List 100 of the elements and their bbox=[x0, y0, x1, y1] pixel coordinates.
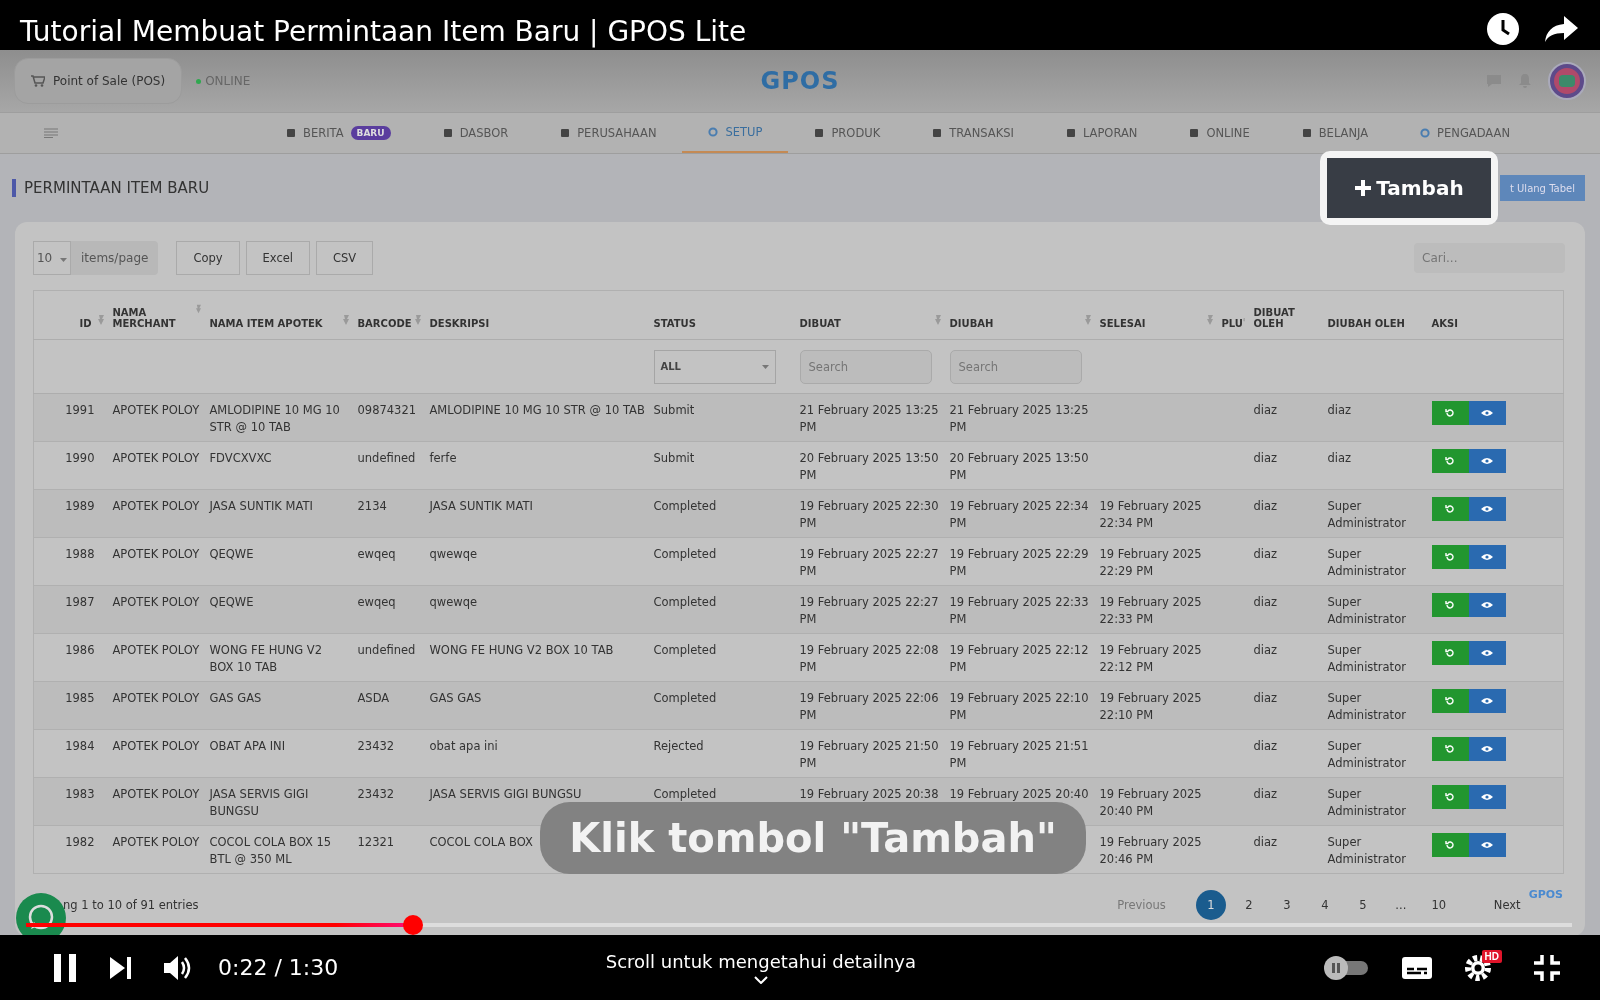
table-cell: COCOL COLA BOX 15 BTL @ 350 ML bbox=[209, 835, 332, 866]
nav-tab[interactable]: PENGADAAN bbox=[1394, 113, 1536, 153]
reset-button[interactable] bbox=[1431, 641, 1469, 665]
table-cell: FDVCXVXC bbox=[209, 451, 272, 465]
table-cell: JASA SERVIS GIGI BUNGSU bbox=[209, 787, 309, 818]
page-link[interactable]: ... bbox=[1385, 890, 1416, 920]
nav-tab[interactable]: PERUSAHAAN bbox=[534, 113, 683, 153]
export-button[interactable]: Excel bbox=[245, 241, 311, 275]
table-cell: 19 February 2025 22:08 PM bbox=[799, 643, 939, 674]
share-icon[interactable] bbox=[1544, 14, 1580, 44]
exit-fullscreen-icon[interactable] bbox=[1534, 954, 1560, 981]
view-button[interactable] bbox=[1468, 593, 1506, 617]
square-icon bbox=[442, 128, 453, 138]
next-icon[interactable] bbox=[110, 956, 132, 979]
reset-button[interactable] bbox=[1431, 593, 1469, 617]
view-button[interactable] bbox=[1468, 497, 1506, 521]
search-field[interactable]: Cari... bbox=[1414, 243, 1565, 273]
sort-icon[interactable] bbox=[342, 314, 350, 326]
reset-button[interactable] bbox=[1431, 737, 1469, 761]
page-link[interactable]: 4 bbox=[1309, 890, 1340, 920]
reset-button[interactable] bbox=[1431, 545, 1469, 569]
export-button[interactable]: CSV bbox=[316, 241, 374, 275]
table-cell: WONG FE HUNG V2 BOX 10 TAB bbox=[429, 643, 614, 657]
search-field[interactable]: Search bbox=[799, 349, 932, 384]
table-cell: ewqeq bbox=[357, 547, 396, 561]
nav-tab[interactable]: BERITA BARU bbox=[260, 113, 417, 153]
column-header: AKSI bbox=[1431, 318, 1458, 329]
reset-button[interactable] bbox=[1431, 401, 1469, 425]
menu-icon[interactable] bbox=[44, 128, 58, 138]
page-size-dropdown[interactable]: 10 bbox=[33, 241, 71, 275]
view-button[interactable] bbox=[1468, 785, 1506, 809]
entries-info: ng 1 to 10 of 91 entries bbox=[63, 898, 199, 912]
table-cell: AMLODIPINE 10 MG 10 STR @ 10 TAB bbox=[209, 403, 340, 434]
add-button[interactable]: Tambah bbox=[1326, 158, 1491, 218]
table-cell: JASA SERVIS GIGI BUNGSU bbox=[429, 787, 582, 801]
page-link[interactable]: 3 bbox=[1271, 890, 1302, 920]
nav-tab[interactable]: LAPORAN bbox=[1039, 113, 1164, 153]
pos-button[interactable]: Point of Sale (POS) bbox=[14, 58, 183, 104]
table-cell: ASDA bbox=[357, 691, 390, 705]
next-link[interactable]: Next bbox=[1487, 890, 1527, 920]
sort-icon[interactable] bbox=[934, 314, 942, 326]
nav-tab[interactable]: TRANSAKSI bbox=[906, 113, 1040, 153]
page-link[interactable]: 10 bbox=[1423, 890, 1454, 920]
caret-icon bbox=[60, 258, 68, 262]
table-cell: Submit bbox=[653, 403, 695, 417]
view-button[interactable] bbox=[1468, 833, 1506, 857]
reset-button[interactable] bbox=[1431, 497, 1469, 521]
export-button[interactable]: Copy bbox=[176, 241, 240, 275]
sort-icon[interactable] bbox=[195, 303, 202, 315]
nav-tab[interactable]: DASBOR bbox=[416, 113, 535, 153]
pause-icon[interactable] bbox=[52, 953, 78, 982]
column-header: DESKRIPSI bbox=[429, 318, 490, 329]
page-link[interactable]: 1 bbox=[1195, 890, 1226, 920]
page-link[interactable]: 2 bbox=[1233, 890, 1264, 920]
sort-icon[interactable] bbox=[1084, 314, 1092, 326]
reset-button[interactable] bbox=[1431, 785, 1469, 809]
sort-icon[interactable] bbox=[1206, 314, 1214, 326]
subtitles-icon[interactable] bbox=[1401, 956, 1432, 979]
clock-icon[interactable] bbox=[1486, 12, 1520, 46]
table-cell: 19 February 2025 20:40 PM bbox=[1099, 787, 1202, 818]
table-cell: Super Administrator bbox=[1327, 547, 1406, 578]
column-header: BARCODE bbox=[357, 318, 412, 329]
search-field[interactable]: Search bbox=[949, 349, 1082, 384]
reset-button[interactable] bbox=[1431, 449, 1469, 473]
nav-tab[interactable]: ONLINE bbox=[1163, 113, 1276, 153]
reload-table-button[interactable]: t Ulang Tabel bbox=[1499, 175, 1585, 201]
view-button[interactable] bbox=[1468, 401, 1506, 425]
table-cell: 1991 bbox=[65, 403, 95, 417]
status-filter[interactable]: ALL bbox=[653, 349, 776, 384]
square-icon bbox=[814, 128, 825, 138]
reset-button[interactable] bbox=[1431, 689, 1469, 713]
view-button[interactable] bbox=[1468, 545, 1506, 569]
sort-icon[interactable] bbox=[97, 314, 105, 326]
reset-button[interactable] bbox=[1431, 833, 1469, 857]
view-button[interactable] bbox=[1468, 449, 1506, 473]
table-cell: Rejected bbox=[653, 739, 704, 753]
view-button[interactable] bbox=[1468, 641, 1506, 665]
table-cell: APOTEK POLOY bbox=[112, 403, 200, 417]
nav-tab[interactable]: PRODUK bbox=[788, 113, 907, 153]
table-cell: Super Administrator bbox=[1327, 787, 1406, 818]
volume-icon[interactable] bbox=[164, 954, 192, 981]
view-button[interactable] bbox=[1468, 737, 1506, 761]
table-cell: 19 February 2025 21:50 PM bbox=[799, 739, 939, 770]
avatar-icon[interactable] bbox=[1548, 62, 1586, 100]
table-cell: APOTEK POLOY bbox=[112, 691, 200, 705]
table-cell: Super Administrator bbox=[1327, 643, 1406, 674]
whatsapp-icon[interactable] bbox=[16, 893, 66, 935]
view-button[interactable] bbox=[1468, 689, 1506, 713]
sort-icon[interactable] bbox=[414, 314, 422, 326]
plus-icon bbox=[1354, 179, 1373, 197]
nav-tab[interactable]: BELANJA bbox=[1275, 113, 1395, 153]
table-cell: diaz bbox=[1253, 787, 1278, 801]
page-link[interactable]: 5 bbox=[1347, 890, 1378, 920]
logo: GPOS bbox=[1528, 888, 1563, 901]
autoplay-toggle[interactable] bbox=[1323, 955, 1370, 980]
table-cell: APOTEK POLOY bbox=[112, 739, 200, 753]
table-cell: Completed bbox=[653, 643, 717, 657]
table-cell: 19 February 2025 20:40 bbox=[949, 787, 1089, 801]
ring-icon bbox=[708, 127, 719, 137]
table-cell: 20 February 2025 13:50 PM bbox=[799, 451, 939, 482]
